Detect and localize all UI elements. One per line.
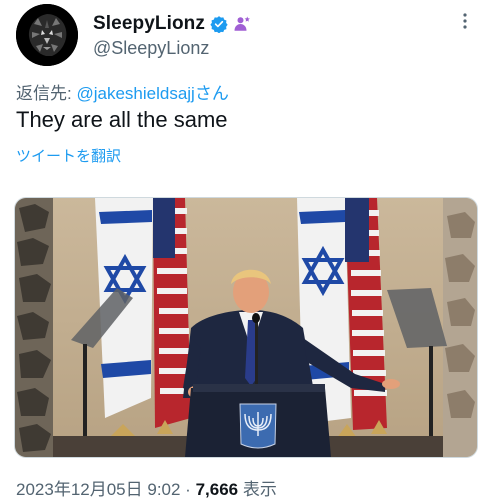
meta-separator: · [180, 480, 196, 499]
avatar[interactable] [16, 4, 78, 66]
translate-tweet-link[interactable]: ツイートを翻訳 [16, 145, 121, 166]
reply-suffix: さん [194, 84, 229, 103]
tweet-timestamp[interactable]: 2023年12月05日 9:02 [16, 480, 180, 499]
name-row: SleepyLionz [93, 12, 251, 36]
user-handle[interactable]: @SleepyLionz [93, 38, 209, 59]
lion-head-icon [16, 4, 78, 66]
tweet-media-photo[interactable] [14, 197, 478, 458]
tweet-header: SleepyLionz @SleepyLionz [16, 4, 474, 68]
views-count: 7,666 [195, 480, 239, 499]
photo-icon [15, 198, 477, 457]
affiliate-badge-icon [234, 16, 250, 31]
verified-badge-icon [210, 16, 228, 33]
tweet-meta: 2023年12月05日 9:02 · 7,666 表示 [16, 475, 277, 500]
views-label: 表示 [238, 480, 277, 499]
tweet-text: They are all the same [16, 107, 228, 132]
more-vertical-icon[interactable] [456, 12, 474, 30]
reply-prefix: 返信先: [16, 84, 77, 103]
display-name[interactable]: SleepyLionz [93, 13, 205, 35]
reply-to-line: 返信先: @jakeshieldsajjさん [16, 79, 229, 104]
reply-mention-link[interactable]: @jakeshieldsajj [76, 84, 194, 103]
